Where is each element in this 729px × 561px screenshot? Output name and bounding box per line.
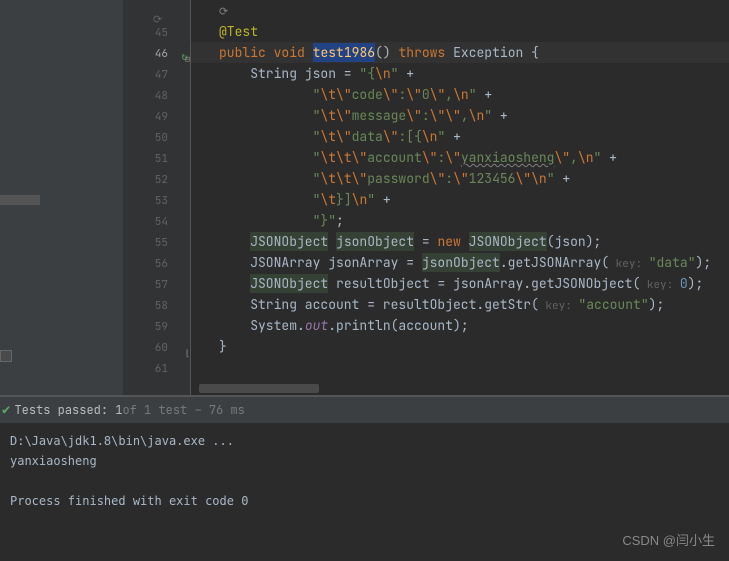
code-line[interactable]: "\t\t\"password\":\"123456\"\n" + (191, 168, 729, 189)
gutter-line[interactable]: 55 (123, 233, 190, 254)
gutter-line[interactable]: 61 (123, 359, 190, 380)
gutter-line[interactable]: 56 (123, 254, 190, 275)
watermark: CSDN @闫小生 (622, 530, 715, 549)
gutter-line[interactable]: 53 (123, 191, 190, 212)
code-line[interactable]: "\t\"data\":[{\n" + (191, 126, 729, 147)
console-line: D:\Java\jdk1.8\bin\java.exe ... (10, 431, 719, 451)
test-passed-icon: ✔ (2, 397, 10, 423)
gutter-line[interactable]: 48 (123, 86, 190, 107)
code-line-current[interactable]: public void test1986() throws Exception … (191, 42, 729, 63)
test-status-bar[interactable]: ✔ Tests passed: 1 of 1 test – 76 ms (0, 397, 729, 423)
gutter-line[interactable]: 52 (123, 170, 190, 191)
tests-passed-label: Tests passed: 1 (14, 397, 122, 423)
code-editor[interactable]: ⟳ @Test public void test1986() throws Ex… (191, 0, 729, 395)
code-line[interactable]: JSONObject resultObject = jsonArray.getJ… (191, 273, 729, 294)
gutter-line[interactable]: 57 (123, 275, 190, 296)
code-line[interactable]: System.out.println(account); (191, 315, 729, 336)
code-line[interactable]: String json = "{\n" + (191, 63, 729, 84)
code-line[interactable]: "\t\t\"account\":\"yanxiaosheng\",\n" + (191, 147, 729, 168)
code-line[interactable]: "}"; (191, 210, 729, 231)
scrollbar-thumb[interactable] (199, 384, 319, 393)
tool-window-tab[interactable] (0, 350, 12, 362)
tests-detail-label: of 1 test – 76 ms (122, 397, 244, 423)
gutter-line[interactable]: 45 (123, 23, 190, 44)
gutter-line[interactable]: 60⌊ (123, 338, 190, 359)
gutter-line[interactable]: 47 (123, 65, 190, 86)
code-line[interactable]: String account = resultObject.getStr( ke… (191, 294, 729, 315)
gutter-line[interactable]: 54 (123, 212, 190, 233)
gutter-line[interactable]: 50 (123, 128, 190, 149)
console-line: Process finished with exit code 0 (10, 491, 719, 511)
gutter-line[interactable]: 49 (123, 107, 190, 128)
gutter-line[interactable]: 58 (123, 296, 190, 317)
console-line (10, 471, 719, 491)
gutter-line[interactable]: 51 (123, 149, 190, 170)
author-annotation: ⟳ (219, 5, 228, 19)
code-line[interactable] (191, 357, 729, 378)
gutter-line[interactable]: ⟳ (123, 2, 190, 23)
code-line[interactable]: JSONObject jsonObject = new JSONObject(j… (191, 231, 729, 252)
fold-icon[interactable]: ⊟ (182, 49, 190, 57)
code-line[interactable]: } (191, 336, 729, 357)
horizontal-scrollbar[interactable] (191, 383, 729, 395)
panel-scrollbar[interactable] (0, 195, 40, 205)
console-line: yanxiaosheng (10, 451, 719, 471)
editor-main: ⟳ 45 46↻⊟ 47 48 49 50 51 52 53 54 55 56 … (0, 0, 729, 395)
editor-gutter[interactable]: ⟳ 45 46↻⊟ 47 48 49 50 51 52 53 54 55 56 … (123, 0, 191, 395)
console-output[interactable]: D:\Java\jdk1.8\bin\java.exe ... yanxiaos… (0, 423, 729, 561)
project-panel[interactable] (0, 0, 123, 395)
code-line[interactable]: @Test (191, 21, 729, 42)
code-line[interactable]: "\t\"code\":\"0\",\n" + (191, 84, 729, 105)
code-line[interactable]: ⟳ (191, 0, 729, 21)
fold-end-icon[interactable]: ⌊ (182, 343, 190, 351)
code-line[interactable]: "\t\"message\":\"\",\n" + (191, 105, 729, 126)
code-line[interactable]: "\t}]\n" + (191, 189, 729, 210)
gutter-line-current[interactable]: 46↻⊟ (123, 44, 190, 65)
gutter-line[interactable]: 59 (123, 317, 190, 338)
code-line[interactable]: JSONArray jsonArray = jsonObject.getJSON… (191, 252, 729, 273)
